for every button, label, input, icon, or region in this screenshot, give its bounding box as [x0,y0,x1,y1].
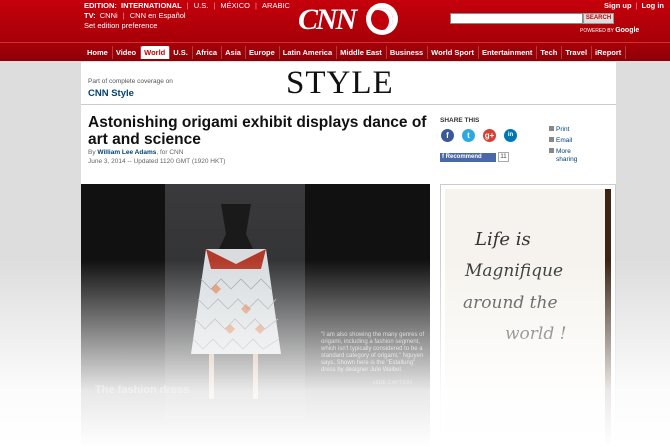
style-logo[interactable]: STYLE [286,65,394,101]
facebook-recommend-button[interactable]: f Recommend [440,153,496,162]
gallery-caption: "I am also showing the many genres of or… [321,332,425,373]
nav-us[interactable]: U.S. [170,46,193,59]
nav-europe[interactable]: Europe [246,46,280,59]
nav-video[interactable]: Video [113,46,142,59]
ad-book-image: Life is Magnifique around the world ! [445,189,611,447]
nav-world[interactable]: World [141,46,171,59]
account-links: Sign up | Log in [604,1,664,10]
photo-gallery[interactable]: "I am also showing the many genres of or… [81,184,430,447]
edition-menu: EDITION: INTERNATIONAL | U.S. | MÉXICO | AR… [84,1,290,30]
more-sharing-link[interactable]: More sharing [549,148,584,164]
article-date: June 3, 2014 -- Updated 1120 GMT (1920 H… [88,158,226,165]
ad-text-line3: around the [463,293,558,313]
google-plus-icon[interactable]: g+ [483,129,496,142]
coverage-label: Part of complete coverage on [88,78,173,85]
nav-world-sport[interactable]: World Sport [428,46,479,59]
main-nav: Home Video World U.S. Africa Asia Europe… [0,42,670,61]
ad-text-line4: world ! [505,324,567,344]
tv-label: TV: [84,11,96,20]
nav-business[interactable]: Business [387,46,429,59]
edition-arabic[interactable]: ARABIC [262,1,290,10]
ad-text-line1: Life is [475,229,531,250]
edition-label: EDITION: [84,1,117,10]
print-link[interactable]: Print [549,126,569,133]
print-icon [549,126,554,131]
article-title: Astonishing origami exhibit displays dan… [88,114,427,148]
cnn-style-link[interactable]: CNN Style [88,88,134,99]
divider [81,104,616,105]
sign-up-link[interactable]: Sign up [604,1,632,10]
set-edition-link[interactable]: Set edition preference [84,21,157,30]
tv-cnn-espanol[interactable]: CNN en Español [130,11,186,20]
header-bar: EDITION: INTERNATIONAL | U.S. | MÉXICO | AR… [0,0,670,42]
edition-international[interactable]: INTERNATIONAL [121,1,182,10]
author-link[interactable]: William Lee Adams [97,149,156,156]
log-in-link[interactable]: Log in [642,1,665,10]
nav-ireport[interactable]: iReport [592,46,627,59]
edition-us[interactable]: U.S. [194,1,209,10]
nav-africa[interactable]: Africa [193,46,223,59]
recommend-count: 11 [498,152,509,162]
nav-latin-america[interactable]: Latin America [280,46,338,59]
facebook-icon[interactable]: f [441,129,454,142]
globe-icon [366,3,398,35]
search-button[interactable]: SEARCH [583,13,614,24]
edition-mexico[interactable]: MÉXICO [220,1,250,10]
origami-dress-image [191,204,281,399]
page-content: Part of complete coverage on CNN Style S… [81,62,616,447]
email-link[interactable]: Email [549,137,572,144]
hide-caption-button[interactable]: HIDE CAPTION [373,380,412,386]
cnn-logo[interactable]: CNN [298,3,357,37]
powered-by-google: POWERED BY Google [580,27,640,34]
nav-asia[interactable]: Asia [222,46,246,59]
share-label: SHARE THIS [440,117,480,124]
ad-text-line2: Magnifique [465,261,564,281]
twitter-icon[interactable]: t [462,129,475,142]
linkedin-icon[interactable]: in [504,129,517,142]
email-icon [549,137,554,142]
nav-home[interactable]: Home [84,46,113,59]
nav-travel[interactable]: Travel [562,46,593,59]
nav-tech[interactable]: Tech [537,46,563,59]
advertisement[interactable]: Life is Magnifique around the world ! [440,184,616,447]
byline: By William Lee Adams, for CNN [88,149,184,156]
search-input[interactable] [450,13,583,24]
gallery-title: The fashion dress [95,384,190,396]
tv-cnni[interactable]: CNNi [100,11,118,20]
plus-icon [549,148,554,153]
google-logo: Google [615,27,640,34]
nav-middle-east[interactable]: Middle East [337,46,387,59]
nav-entertainment[interactable]: Entertainment [479,46,538,59]
